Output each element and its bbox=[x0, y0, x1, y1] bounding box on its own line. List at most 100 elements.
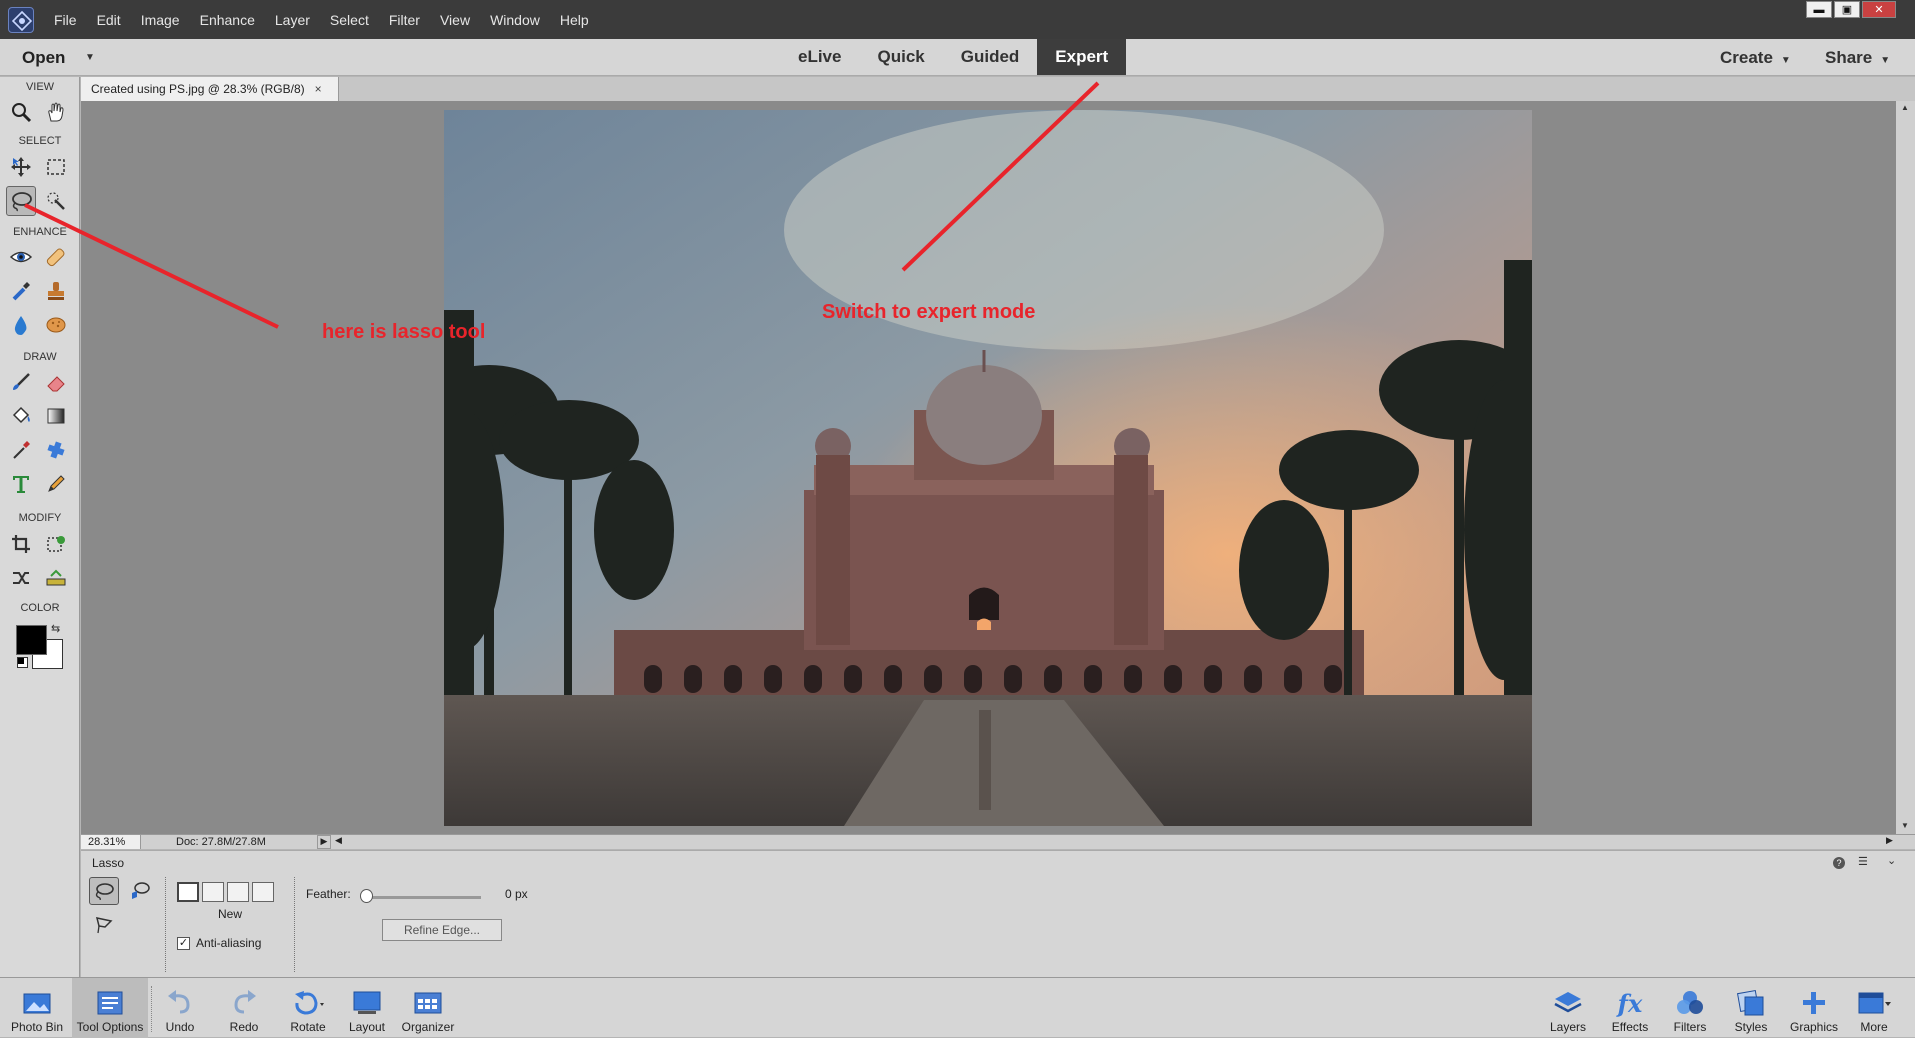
straighten-tool-icon[interactable] bbox=[41, 563, 71, 593]
type-tool-icon[interactable] bbox=[6, 469, 36, 499]
tab-expert[interactable]: Expert bbox=[1037, 39, 1127, 75]
app-logo-icon bbox=[8, 7, 34, 33]
tab-guided[interactable]: Guided bbox=[943, 39, 1038, 75]
layout-button[interactable]: Layout bbox=[345, 978, 389, 1038]
custom-shape-tool-icon[interactable] bbox=[41, 435, 71, 465]
crop-tool-icon[interactable] bbox=[6, 529, 36, 559]
collapse-chevron-icon[interactable]: ⌄ bbox=[1887, 854, 1896, 867]
photo-canvas[interactable] bbox=[444, 110, 1532, 826]
tool-options-button[interactable]: Tool Options bbox=[72, 978, 148, 1038]
spot-healing-brush-icon[interactable] bbox=[41, 242, 71, 272]
eyedropper-tool-icon[interactable] bbox=[6, 435, 36, 465]
smart-brush-icon[interactable] bbox=[6, 276, 36, 306]
rotate-label: Rotate bbox=[290, 1020, 326, 1034]
section-enhance-label: ENHANCE bbox=[13, 226, 67, 238]
clone-stamp-icon[interactable] bbox=[41, 276, 71, 306]
default-colors-icon[interactable] bbox=[17, 657, 28, 668]
layers-button[interactable]: Layers bbox=[1546, 978, 1590, 1038]
undo-button[interactable]: Undo bbox=[160, 978, 200, 1038]
paint-bucket-icon[interactable] bbox=[6, 401, 36, 431]
rotate-button[interactable]: Rotate bbox=[283, 978, 333, 1038]
feather-slider-thumb[interactable] bbox=[360, 889, 373, 903]
photo-bin-button[interactable]: Photo Bin bbox=[4, 978, 70, 1038]
organizer-button[interactable]: Organizer bbox=[400, 978, 456, 1038]
red-eye-tool-icon[interactable] bbox=[6, 242, 36, 272]
quick-selection-tool-icon[interactable] bbox=[41, 186, 71, 216]
refine-edge-button[interactable]: Refine Edge... bbox=[382, 919, 502, 941]
minimize-button[interactable]: ▬ bbox=[1806, 1, 1832, 18]
anti-aliasing-label: Anti-aliasing bbox=[196, 936, 262, 950]
recompose-tool-icon[interactable] bbox=[41, 529, 71, 559]
more-button[interactable]: More bbox=[1852, 978, 1896, 1038]
close-window-button[interactable]: ✕ bbox=[1862, 1, 1896, 18]
options-menu-icon[interactable]: ☰ bbox=[1858, 855, 1868, 868]
help-icon[interactable]: ? bbox=[1833, 857, 1845, 869]
create-button[interactable]: Create ▼ bbox=[1720, 48, 1791, 68]
pencil-tool-icon[interactable] bbox=[41, 469, 71, 499]
selection-mode-intersect[interactable] bbox=[252, 882, 274, 902]
selection-mode-subtract[interactable] bbox=[227, 882, 249, 902]
menu-image[interactable]: Image bbox=[131, 12, 190, 28]
open-dropdown-caret-icon[interactable]: ▼ bbox=[85, 52, 95, 63]
selection-mode-new[interactable] bbox=[177, 882, 199, 902]
menu-file[interactable]: File bbox=[44, 12, 87, 28]
selection-mode-add[interactable] bbox=[202, 882, 224, 902]
scroll-up-icon[interactable]: ▲ bbox=[1901, 103, 1909, 112]
effects-label: Effects bbox=[1611, 1020, 1649, 1034]
menu-filter[interactable]: Filter bbox=[379, 12, 430, 28]
scroll-right-icon[interactable]: ▶ bbox=[1886, 835, 1893, 846]
brush-tool-icon[interactable] bbox=[6, 367, 36, 397]
status-menu-arrow-icon[interactable]: ▶ bbox=[317, 835, 331, 849]
lasso-option-icon[interactable] bbox=[89, 877, 119, 905]
sponge-tool-icon[interactable] bbox=[41, 310, 71, 340]
share-caret-icon: ▼ bbox=[1880, 55, 1891, 66]
photo-image bbox=[444, 110, 1532, 826]
rectangular-marquee-tool-icon[interactable] bbox=[41, 152, 71, 182]
polygonal-lasso-option-icon[interactable] bbox=[89, 911, 119, 939]
menu-view[interactable]: View bbox=[430, 12, 480, 28]
vertical-scrollbar[interactable]: ▲ ▼ bbox=[1896, 101, 1915, 834]
tab-elive[interactable]: eLive bbox=[780, 39, 859, 75]
scroll-down-icon[interactable]: ▼ bbox=[1901, 821, 1909, 830]
lasso-tool-icon[interactable] bbox=[6, 186, 36, 216]
feather-slider-track[interactable] bbox=[366, 896, 481, 899]
menu-enhance[interactable]: Enhance bbox=[190, 12, 265, 28]
open-button[interactable]: Open bbox=[22, 48, 65, 68]
menu-window[interactable]: Window bbox=[480, 12, 550, 28]
anti-aliasing-checkbox[interactable]: ✓ bbox=[177, 937, 190, 950]
document-close-icon[interactable]: × bbox=[315, 82, 322, 96]
gradient-tool-icon[interactable] bbox=[41, 401, 71, 431]
eraser-tool-icon[interactable] bbox=[41, 367, 71, 397]
create-caret-icon: ▼ bbox=[1780, 55, 1791, 66]
effects-button[interactable]: fx Effects bbox=[1608, 978, 1652, 1038]
swap-colors-icon[interactable]: ⇆ bbox=[51, 622, 60, 635]
styles-button[interactable]: Styles bbox=[1729, 978, 1773, 1038]
move-tool-icon[interactable] bbox=[6, 152, 36, 182]
graphics-button[interactable]: Graphics bbox=[1786, 978, 1842, 1038]
zoom-tool-icon[interactable] bbox=[6, 97, 36, 127]
title-bar: File Edit Image Enhance Layer Select Fil… bbox=[0, 0, 1915, 39]
menu-help[interactable]: Help bbox=[550, 12, 599, 28]
magnetic-lasso-option-icon[interactable] bbox=[125, 877, 155, 905]
foreground-color-swatch[interactable] bbox=[16, 625, 47, 655]
redo-button[interactable]: Redo bbox=[224, 978, 264, 1038]
menu-layer[interactable]: Layer bbox=[265, 12, 320, 28]
photo-bin-label: Photo Bin bbox=[10, 1020, 64, 1034]
menu-select[interactable]: Select bbox=[320, 12, 379, 28]
blur-tool-icon[interactable] bbox=[6, 310, 36, 340]
filters-button[interactable]: Filters bbox=[1668, 978, 1712, 1038]
menu-edit[interactable]: Edit bbox=[87, 12, 131, 28]
scroll-left-icon[interactable]: ◀ bbox=[335, 835, 342, 846]
menu-bar: File Edit Image Enhance Layer Select Fil… bbox=[44, 0, 599, 39]
zoom-field[interactable]: 28.31% bbox=[81, 835, 141, 849]
share-button[interactable]: Share ▼ bbox=[1825, 48, 1890, 68]
tab-quick[interactable]: Quick bbox=[859, 39, 942, 75]
content-aware-move-icon[interactable] bbox=[6, 563, 36, 593]
section-view-label: VIEW bbox=[25, 81, 55, 93]
hand-tool-icon[interactable] bbox=[41, 97, 71, 127]
section-draw-label: DRAW bbox=[23, 351, 57, 363]
canvas-area[interactable] bbox=[81, 101, 1896, 834]
maximize-button[interactable]: ▣ bbox=[1834, 1, 1860, 18]
document-tab[interactable]: Created using PS.jpg @ 28.3% (RGB/8) × bbox=[81, 77, 339, 101]
status-bar: 28.31% Doc: 27.8M/27.8M ▶ ◀ ▶ bbox=[81, 834, 1915, 849]
